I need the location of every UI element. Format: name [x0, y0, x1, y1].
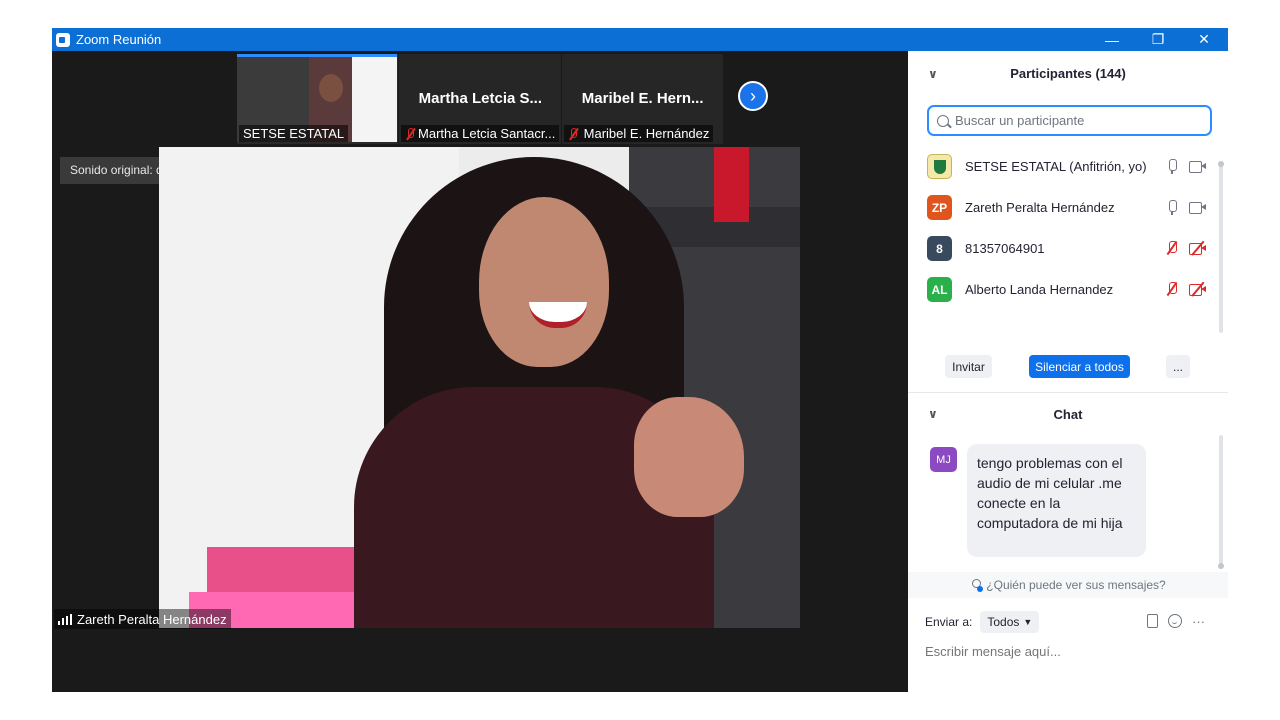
- recipient-dropdown[interactable]: Todos ▼: [980, 611, 1040, 633]
- participant-name: Alberto Landa Hernandez: [965, 282, 1114, 297]
- microphone-muted-icon[interactable]: [1167, 282, 1177, 297]
- participant-row[interactable]: 8 81357064901: [908, 228, 1228, 269]
- next-page-button[interactable]: ›: [738, 81, 768, 111]
- chat-header: ∨ Chat: [908, 393, 1228, 435]
- mic-muted-icon: [405, 127, 414, 140]
- participant-row[interactable]: AL Alberto Landa Hernandez: [908, 269, 1228, 310]
- send-to-row: Enviar a: Todos ▼ ···: [925, 611, 1225, 633]
- window-title: Zoom Reunión: [76, 32, 162, 47]
- minimize-button[interactable]: —: [1089, 28, 1135, 51]
- video-camera-icon[interactable]: [1189, 201, 1206, 214]
- active-speaker-video: [159, 147, 800, 628]
- search-placeholder: Buscar un participante: [955, 113, 1085, 128]
- speaker-name-tag: Zareth Peralta Hernández: [54, 609, 231, 629]
- tile-name-label: Maribel E. Hernández: [563, 125, 714, 142]
- tile-name-label: SETSE ESTATAL: [239, 125, 349, 142]
- participants-title: Participantes (144): [1010, 66, 1126, 81]
- invite-button[interactable]: Invitar: [945, 355, 992, 378]
- participant-search-field[interactable]: Buscar un participante: [927, 105, 1212, 136]
- send-to-label: Enviar a:: [925, 615, 973, 629]
- who-can-see-text: ¿Quién puede ver sus mensajes?: [986, 578, 1166, 592]
- video-camera-icon[interactable]: [1189, 160, 1206, 173]
- search-icon: [937, 114, 949, 127]
- video-camera-off-icon[interactable]: [1189, 281, 1206, 297]
- restore-button[interactable]: ❐: [1135, 28, 1181, 51]
- participant-scrollbar[interactable]: [1218, 161, 1224, 333]
- emoji-icon[interactable]: [1168, 614, 1182, 628]
- participant-avatar: AL: [927, 277, 952, 302]
- tile-big-name: Maribel E. Hern...: [581, 90, 704, 107]
- file-icon[interactable]: [1147, 614, 1158, 628]
- participant-name: 81357064901: [965, 241, 1045, 256]
- title-bar: Zoom Reunión — ❐ ✕: [52, 28, 1228, 51]
- speaker-person: [354, 157, 744, 628]
- chat-title: Chat: [1053, 406, 1083, 422]
- video-tile-martha[interactable]: Martha Letcia S... Martha Letcia Santacr…: [399, 54, 561, 144]
- zoom-window: Zoom Reunión — ❐ ✕ SETSE ESTATAL Martha …: [52, 28, 1228, 692]
- participant-name: SETSE ESTATAL (Anfitrión, yo): [965, 159, 1147, 174]
- video-tile-maribel[interactable]: Maribel E. Hern... Maribel E. Hernández: [561, 54, 723, 144]
- participant-row[interactable]: SETSE ESTATAL (Anfitrión, yo): [908, 146, 1228, 187]
- participant-avatar: 8: [927, 236, 952, 261]
- collapse-participants-icon[interactable]: ∨: [928, 67, 938, 81]
- speaker-name: Zareth Peralta Hernández: [77, 611, 227, 627]
- video-tile-setse[interactable]: SETSE ESTATAL: [237, 54, 399, 144]
- video-area: SETSE ESTATAL Martha Letcia S... Martha …: [52, 51, 908, 692]
- message-avatar: MJ: [930, 447, 957, 472]
- chat-message: tengo problemas con el audio de mi celul…: [967, 444, 1146, 557]
- participant-strip: SETSE ESTATAL Martha Letcia S... Martha …: [237, 54, 724, 144]
- zoom-logo-icon: [56, 32, 70, 47]
- side-panel: ∨ Participantes (144) Buscar un particip…: [908, 51, 1228, 692]
- participant-name: Zareth Peralta Hernández: [965, 200, 1115, 215]
- close-button[interactable]: ✕: [1181, 28, 1227, 51]
- mic-muted-icon: [568, 127, 578, 140]
- chat-message-input[interactable]: [925, 641, 1215, 661]
- signal-strength-icon: [58, 613, 72, 625]
- collapse-chat-icon[interactable]: ∨: [928, 407, 938, 421]
- participant-avatar: ZP: [927, 195, 952, 220]
- who-can-see-link[interactable]: ¿Quién puede ver sus mensajes?: [908, 572, 1228, 598]
- participant-row[interactable]: ZP Zareth Peralta Hernández: [908, 187, 1228, 228]
- mute-all-button[interactable]: Silenciar a todos: [1029, 355, 1130, 378]
- more-options-button[interactable]: ...: [1166, 355, 1190, 378]
- participant-actions: Invitar Silenciar a todos ...: [908, 355, 1228, 379]
- chat-scrollbar[interactable]: [1218, 435, 1224, 569]
- chevron-down-icon: ▼: [1023, 617, 1033, 627]
- tile-name-label: Martha Letcia Santacr...: [401, 125, 560, 142]
- participants-header: ∨ Participantes (144): [908, 51, 1228, 96]
- tile-big-name: Martha Letcia S...: [418, 90, 543, 107]
- more-icon[interactable]: ···: [1192, 614, 1205, 629]
- microphone-icon[interactable]: [1167, 159, 1177, 174]
- participant-avatar: [927, 154, 952, 179]
- people-icon: [970, 578, 984, 592]
- microphone-icon[interactable]: [1167, 200, 1177, 215]
- video-camera-off-icon[interactable]: [1189, 240, 1206, 256]
- participant-list: SETSE ESTATAL (Anfitrión, yo) ZP Zareth …: [908, 146, 1228, 310]
- microphone-muted-icon[interactable]: [1167, 241, 1177, 256]
- chevron-right-icon: ›: [750, 85, 756, 106]
